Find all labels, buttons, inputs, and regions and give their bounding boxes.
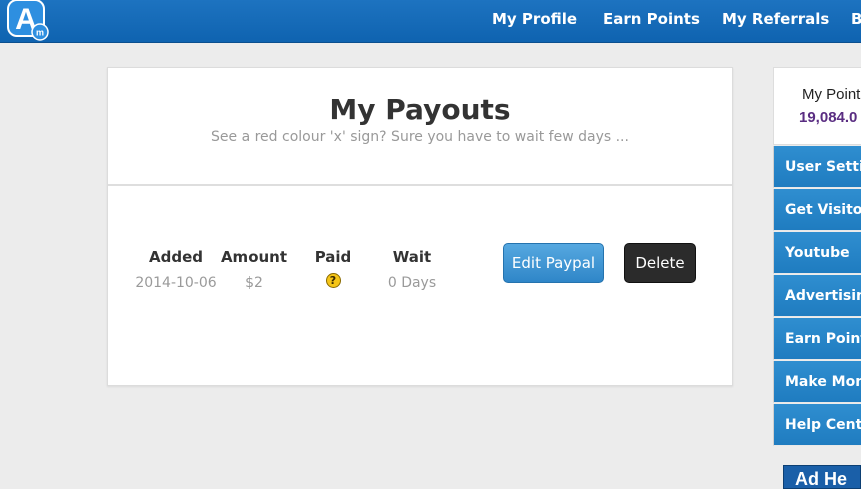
sidebar-item-help-center[interactable]: Help Center	[773, 404, 861, 446]
edit-paypal-button[interactable]: Edit Paypal	[503, 243, 604, 283]
nav-earn-points[interactable]: Earn Points	[603, 10, 700, 28]
nav-my-profile[interactable]: My Profile	[492, 10, 577, 28]
page-subtitle: See a red colour 'x' sign? Sure you have…	[211, 129, 629, 145]
site-logo-icon[interactable]: A m	[6, 0, 49, 41]
page-title: My Payouts	[329, 93, 511, 126]
sidebar-item-advertising[interactable]: Advertising	[773, 275, 861, 317]
column-header-amount: Amount	[220, 248, 288, 266]
column-header-paid: Paid	[314, 248, 352, 266]
column-header-added: Added	[149, 248, 203, 266]
column-added: Added 2014-10-06	[124, 248, 228, 291]
nav-item-truncated[interactable]: B	[851, 10, 861, 28]
sidebar-item-earn-points[interactable]: Earn Points	[773, 318, 861, 360]
column-wait: Wait 0 Days	[372, 248, 452, 291]
sidebar-item-get-visitors[interactable]: Get Visitors	[773, 189, 861, 231]
payouts-card: My Payouts See a red colour 'x' sign? Su…	[107, 67, 733, 386]
points-value: 19,084.0	[799, 109, 858, 126]
column-amount: Amount $2	[214, 248, 294, 291]
wait-value: 0 Days	[387, 275, 437, 291]
sidebar-item-youtube[interactable]: Youtube	[773, 232, 861, 274]
payouts-header: My Payouts See a red colour 'x' sign? Su…	[108, 68, 732, 186]
amount-value: $2	[245, 275, 263, 291]
points-box: My Point 19,084.0	[773, 67, 861, 145]
question-mark-icon: ?	[325, 273, 341, 288]
sidebar-item-make-money[interactable]: Make Mone	[773, 361, 861, 403]
points-label: My Point	[802, 86, 861, 103]
column-paid: Paid ?	[303, 248, 363, 288]
ad-banner[interactable]: Ad He	[783, 465, 861, 489]
svg-text:m: m	[36, 28, 44, 38]
right-sidebar: My Point 19,084.0 User Setting Get Visit…	[773, 67, 861, 489]
sidebar-item-user-settings[interactable]: User Setting	[773, 146, 861, 188]
delete-button[interactable]: Delete	[624, 243, 696, 283]
ad-banner-text: Ad He	[795, 469, 848, 489]
top-navigation-bar: A m My Profile Earn Points My Referrals …	[0, 0, 861, 43]
added-date-value: 2014-10-06	[135, 275, 217, 291]
column-header-wait: Wait	[392, 248, 432, 266]
nav-my-referrals[interactable]: My Referrals	[722, 10, 829, 28]
